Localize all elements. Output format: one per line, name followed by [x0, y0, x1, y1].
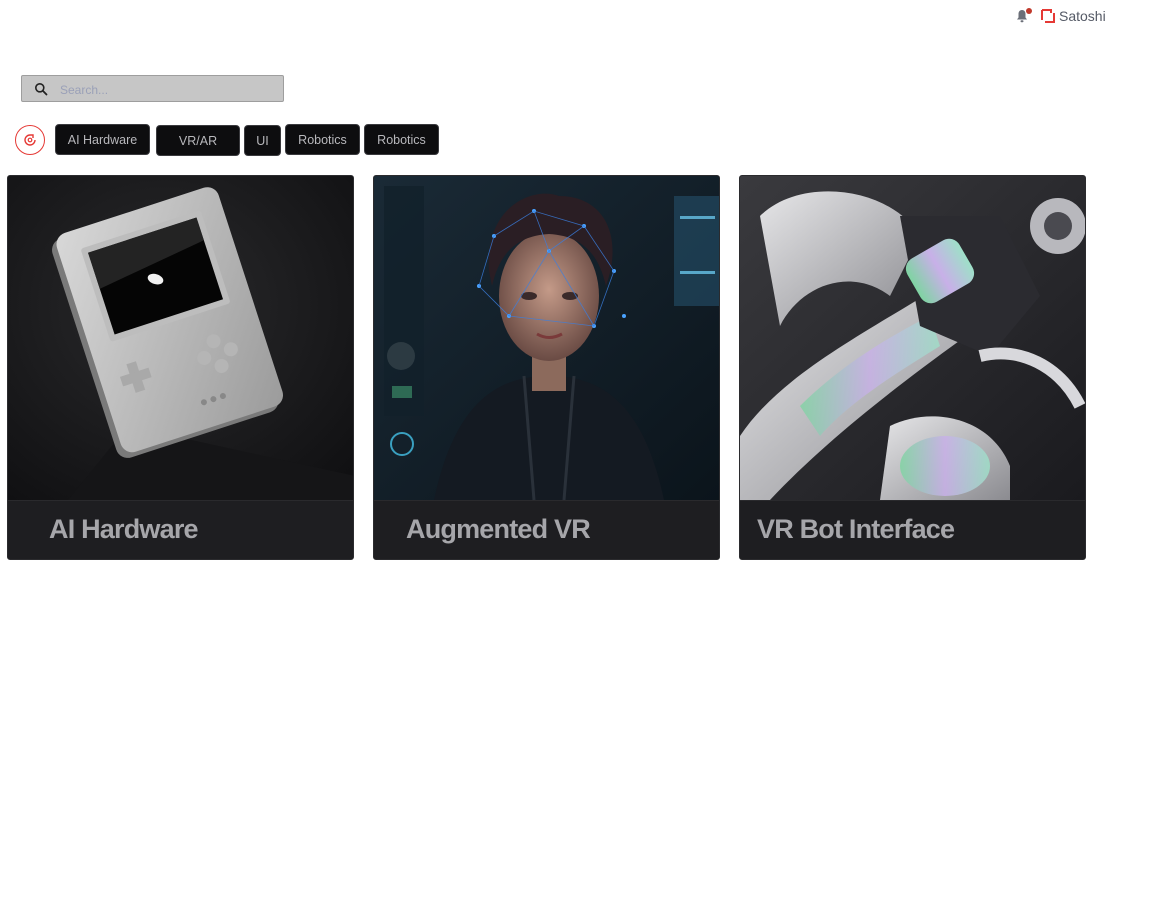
search-bar[interactable] [21, 75, 284, 102]
user-menu[interactable]: Satoshi [1041, 7, 1106, 25]
filter-reset-button[interactable] [15, 125, 45, 155]
filter-chip-label: AI Hardware [67, 132, 138, 147]
card-image-robotic-arm [740, 176, 1085, 500]
card-image-holographic-woman [374, 176, 719, 500]
top-bar: Satoshi [0, 0, 1151, 34]
filter-chip-robotics-2[interactable]: Robotics [364, 124, 439, 155]
filter-chip-label: Robotics [377, 132, 426, 147]
filter-chip-vr-ar[interactable]: VR/AR [156, 125, 240, 156]
card-ai-hardware[interactable]: AI Hardware [7, 175, 354, 560]
search-input[interactable] [58, 79, 282, 100]
refresh-logo-icon [24, 134, 36, 146]
filter-chip-ui[interactable]: UI [244, 125, 281, 156]
card-title: Augmented VR [406, 514, 591, 544]
search-icon [35, 83, 48, 96]
filter-chip-label: VR/AR [178, 133, 218, 148]
card-title: AI Hardware [49, 514, 199, 544]
card-title: VR Bot Interface [757, 514, 955, 544]
filter-chip-label: UI [256, 133, 269, 148]
card-image-handheld-console [8, 176, 353, 500]
card-vr-bot-interface[interactable]: VR Bot Interface [739, 175, 1086, 560]
card-augmented-vr[interactable]: Augmented VR [373, 175, 720, 560]
filter-chip-ai-hardware[interactable]: AI Hardware [55, 124, 150, 155]
user-name: Satoshi [1059, 8, 1106, 24]
filter-chip-robotics[interactable]: Robotics [285, 124, 360, 155]
brand-logo-icon [1041, 9, 1055, 23]
filter-chip-label: Robotics [298, 132, 347, 147]
notification-badge [1026, 8, 1032, 14]
